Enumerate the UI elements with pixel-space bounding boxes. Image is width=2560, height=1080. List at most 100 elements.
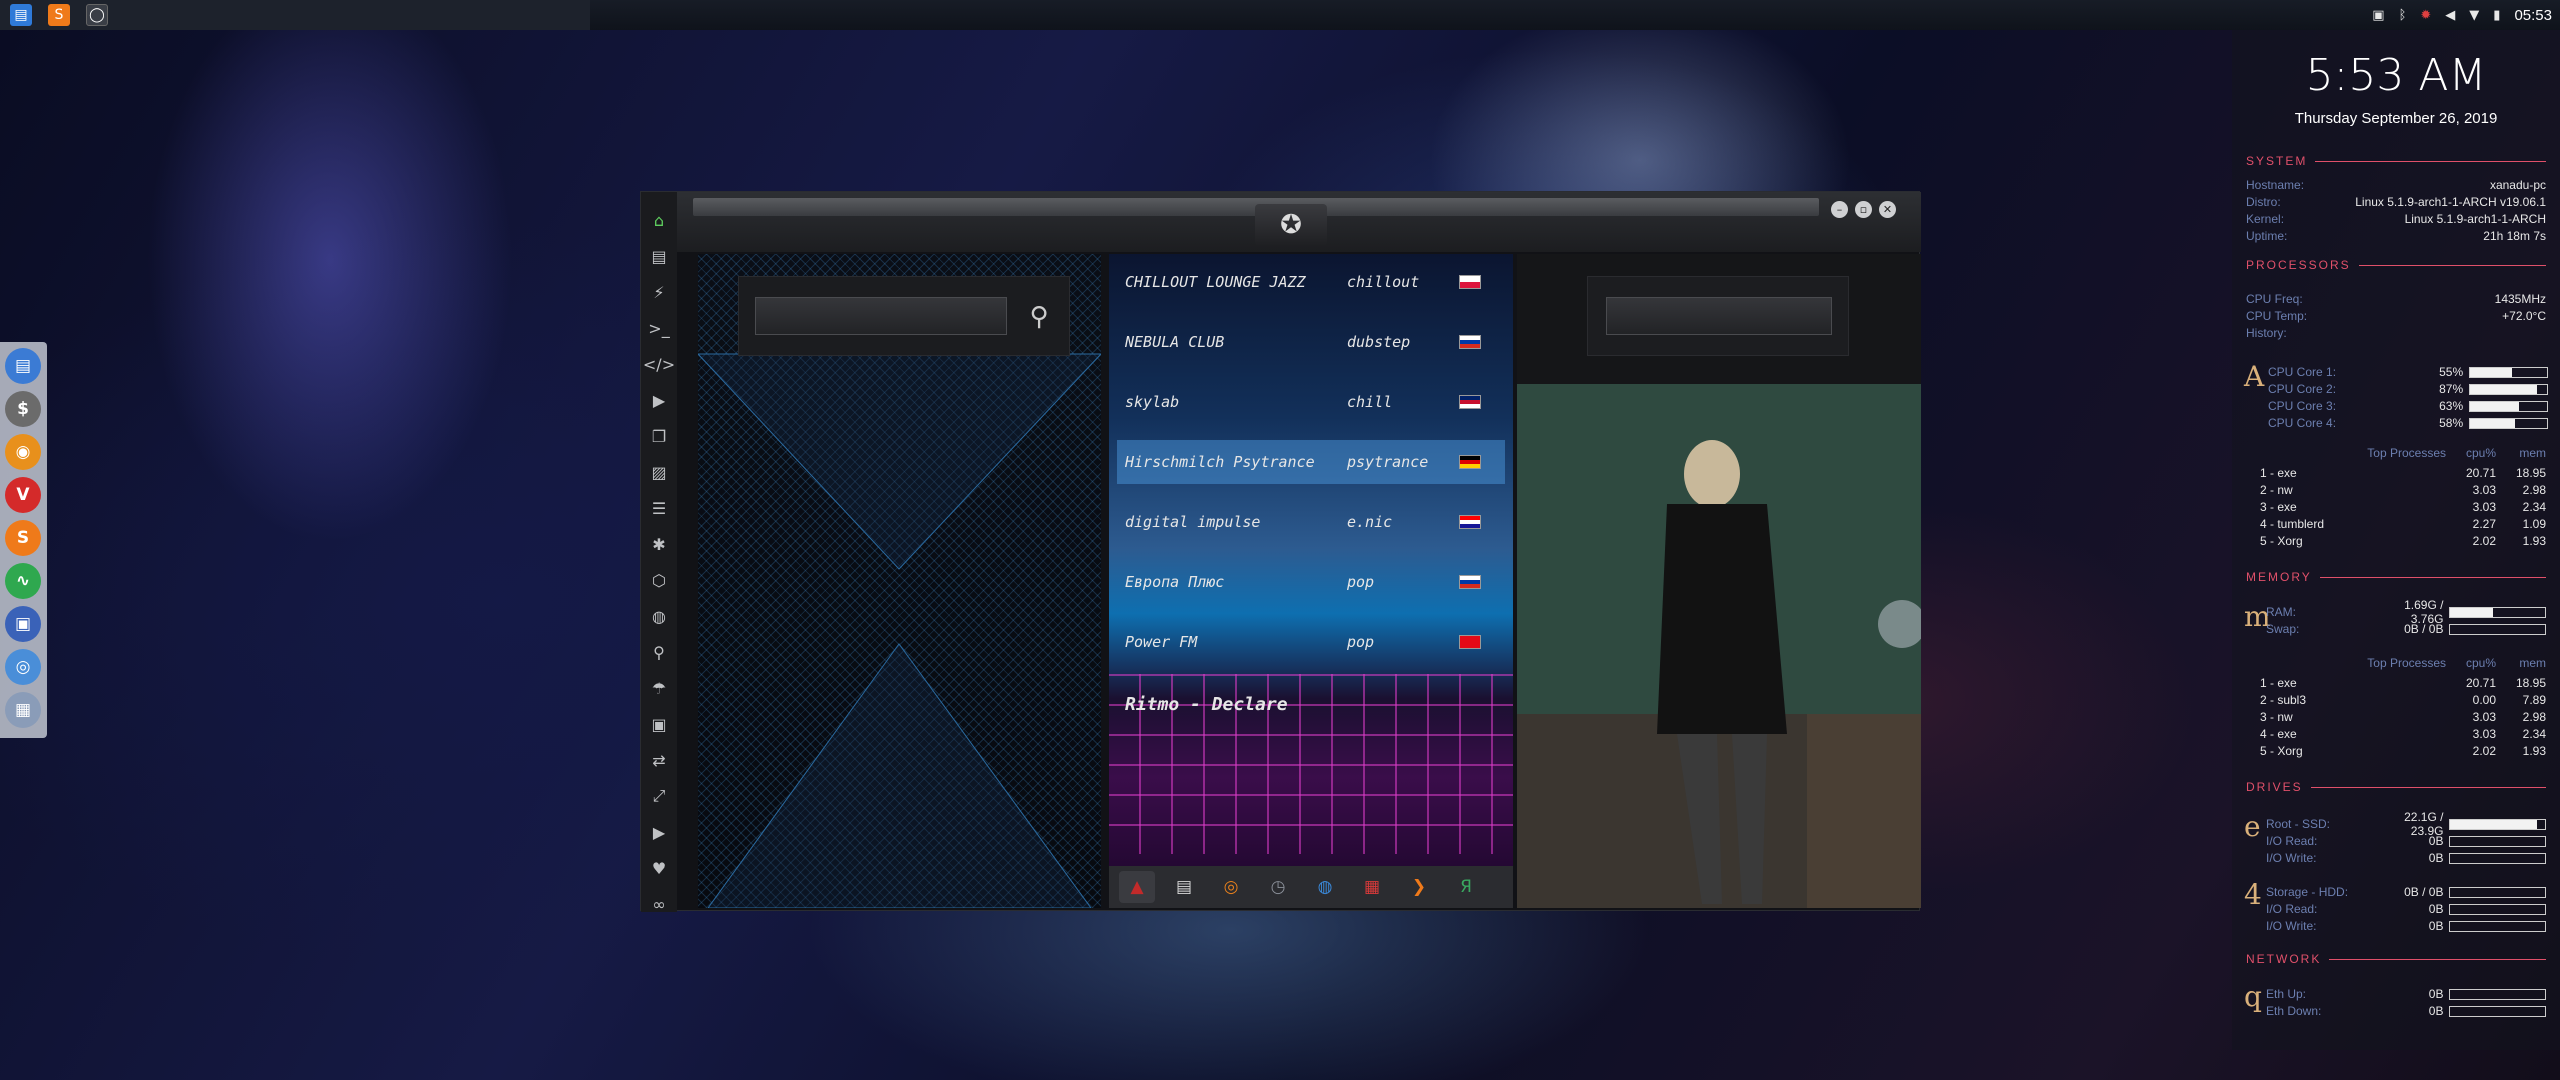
heart-icon[interactable]: ♥: [641, 850, 677, 886]
link-icon[interactable]: ⇄: [641, 742, 677, 778]
root-drive-row: I/O Read: 0B: [2266, 833, 2546, 849]
station-row[interactable]: NEBULA CLUB dubstep: [1117, 320, 1505, 364]
station-row[interactable]: Европа Плюс pop: [1117, 560, 1505, 604]
fullscreen-icon[interactable]: ⤢: [641, 778, 677, 814]
cpu-top-process-row: 4 - tumblerd 2.27 1.09: [2246, 517, 2546, 533]
cpu-core-percent: 63%: [2439, 399, 2464, 413]
cpu-top-process-row: 1 - exe 20.71 18.95: [2246, 466, 2546, 482]
process-mem: 18.95: [2515, 466, 2546, 480]
memory-bar: [2449, 606, 2546, 618]
lightning-icon[interactable]: ⚡: [641, 274, 677, 310]
settings-icon[interactable]: ✱: [641, 526, 677, 562]
screen-icon[interactable]: ▣: [5, 606, 41, 642]
terminal-icon[interactable]: >_: [641, 310, 677, 346]
youtube-icon[interactable]: ▶: [641, 814, 677, 850]
station-row[interactable]: skylab chill: [1117, 380, 1505, 424]
arrow-icon[interactable]: ❯: [1401, 871, 1437, 903]
calendar-page-icon[interactable]: ▤: [1166, 871, 1202, 903]
search-icon[interactable]: ⚲: [1019, 297, 1059, 337]
files-icon[interactable]: ▤: [10, 4, 32, 26]
mem-top-process-row: 4 - exe 3.03 2.34: [2246, 727, 2546, 743]
infinity-icon[interactable]: ∞: [641, 886, 677, 922]
process-mem: 1.93: [2522, 534, 2546, 548]
globe-icon[interactable]: ◍: [641, 598, 677, 634]
wallpaper-photo: [1517, 384, 1921, 908]
volume-icon[interactable]: ◀: [2445, 8, 2455, 23]
code-icon[interactable]: </>: [641, 346, 677, 382]
play-icon[interactable]: ▶: [641, 382, 677, 418]
maximize-button[interactable]: ▫: [1855, 201, 1872, 218]
station-row[interactable]: digital impulse e.nic: [1117, 500, 1505, 544]
system-label: Distro:: [2246, 195, 2281, 209]
activity-icon[interactable]: ∿: [5, 563, 41, 599]
document-icon[interactable]: ▤: [641, 238, 677, 274]
processor-label: CPU Temp:: [2246, 309, 2308, 323]
network-value: 0B: [2428, 987, 2444, 1001]
network-value: 0B: [2428, 1004, 2444, 1018]
system-row: Uptime: 21h 18m 7s: [2246, 229, 2546, 245]
sublime-icon[interactable]: S: [5, 520, 41, 556]
bluetooth-icon[interactable]: ᛒ: [2399, 8, 2407, 23]
station-search-input[interactable]: [755, 297, 1007, 335]
close-button[interactable]: ✕: [1879, 201, 1896, 218]
yandex-icon[interactable]: Я: [1448, 871, 1484, 903]
station-row[interactable]: CHILLOUT LOUNGE JAZZ chillout: [1117, 260, 1505, 304]
globe-icon[interactable]: ◍: [1307, 871, 1343, 903]
chrome-icon[interactable]: ◎: [5, 649, 41, 685]
copy-icon[interactable]: ❐: [641, 418, 677, 454]
circle-app-icon[interactable]: ◯: [86, 4, 108, 26]
process-cpu: 3.03: [2472, 483, 2496, 497]
home-icon[interactable]: ⌂: [641, 202, 677, 238]
picture-icon[interactable]: ▨: [641, 454, 677, 490]
network-glyph: q: [2244, 980, 2262, 1013]
bug-icon[interactable]: ✹: [2420, 8, 2431, 23]
sublime-icon[interactable]: S: [48, 4, 70, 26]
magnifier-icon[interactable]: ◎: [1213, 871, 1249, 903]
vivaldi-icon[interactable]: V: [5, 477, 41, 513]
storage-drive-bar: [2449, 920, 2546, 932]
contact-icon[interactable]: ▣: [641, 706, 677, 742]
station-genre: dubstep: [1347, 333, 1411, 351]
station-row[interactable]: Power FM pop: [1117, 620, 1505, 664]
cpu-top-process-row: 3 - exe 3.03 2.34: [2246, 500, 2546, 516]
cpu-core-percent: 58%: [2439, 416, 2464, 430]
panel-clock[interactable]: 05:53: [2514, 7, 2552, 24]
station-genre: psytrance: [1347, 453, 1429, 471]
newspaper-icon[interactable]: ☰: [641, 490, 677, 526]
window-titlebar[interactable]: ✪ – ▫ ✕: [641, 192, 1921, 252]
secondary-search-input[interactable]: [1606, 297, 1832, 335]
ubuntu-icon[interactable]: ◉: [5, 434, 41, 470]
processor-label: CPU Freq:: [2246, 292, 2303, 306]
search-icon[interactable]: ⚲: [641, 634, 677, 670]
memory-header: MEMORY: [2246, 570, 2546, 584]
root-drive-glyph: e: [2244, 810, 2261, 843]
app-sidebar: ⌂ ▤ ⚡ >_ </> ▶ ❐ ▨ ☰ ✱ ⬡ ◍ ⚲ ☂ ▣ ⇄ ⤢ ▶ ♥ ∞: [641, 192, 677, 914]
money-icon[interactable]: $: [5, 391, 41, 427]
image-viewer-icon[interactable]: ▣: [2372, 8, 2384, 23]
flag-icon: [1459, 455, 1481, 469]
root-drive-row: Root - SSD: 22.1G / 23.9G: [2266, 810, 2546, 838]
wifi-icon[interactable]: ▼: [2469, 8, 2479, 23]
root-drive-label: I/O Write:: [2266, 851, 2317, 865]
storage-drive-row: Storage - HDD: 0B / 0B: [2266, 884, 2546, 900]
grid-icon[interactable]: ▦: [5, 692, 41, 728]
system-row: Kernel: Linux 5.1.9-arch1-1-ARCH: [2246, 212, 2546, 228]
hexagon-icon[interactable]: ⬡: [641, 562, 677, 598]
files-icon[interactable]: ▤: [5, 348, 41, 384]
memory-row: Swap: 0B / 0B: [2266, 621, 2546, 637]
clock-icon[interactable]: ◷: [1260, 871, 1296, 903]
system-value: Linux 5.1.9-arch1-1-ARCH: [2404, 212, 2546, 226]
network-label: Eth Up:: [2266, 987, 2307, 1001]
station-name: NEBULA CLUB: [1125, 333, 1225, 351]
mem-top-process-row: 1 - exe 20.71 18.95: [2246, 676, 2546, 692]
mem-top-process-row: 2 - subl3 0.00 7.89: [2246, 693, 2546, 709]
arch-icon[interactable]: ▲: [1119, 871, 1155, 903]
network-row: Eth Down: 0B: [2266, 1003, 2546, 1019]
station-row[interactable]: Hirschmilch Psytrance psytrance: [1117, 440, 1505, 484]
calendar-icon[interactable]: ▦: [1354, 871, 1390, 903]
battery-icon[interactable]: ▮: [2493, 8, 2500, 23]
minimize-button[interactable]: –: [1831, 201, 1848, 218]
umbrella-icon[interactable]: ☂: [641, 670, 677, 706]
station-name: CHILLOUT LOUNGE JAZZ: [1125, 273, 1306, 291]
station-genre: chillout: [1347, 273, 1420, 291]
